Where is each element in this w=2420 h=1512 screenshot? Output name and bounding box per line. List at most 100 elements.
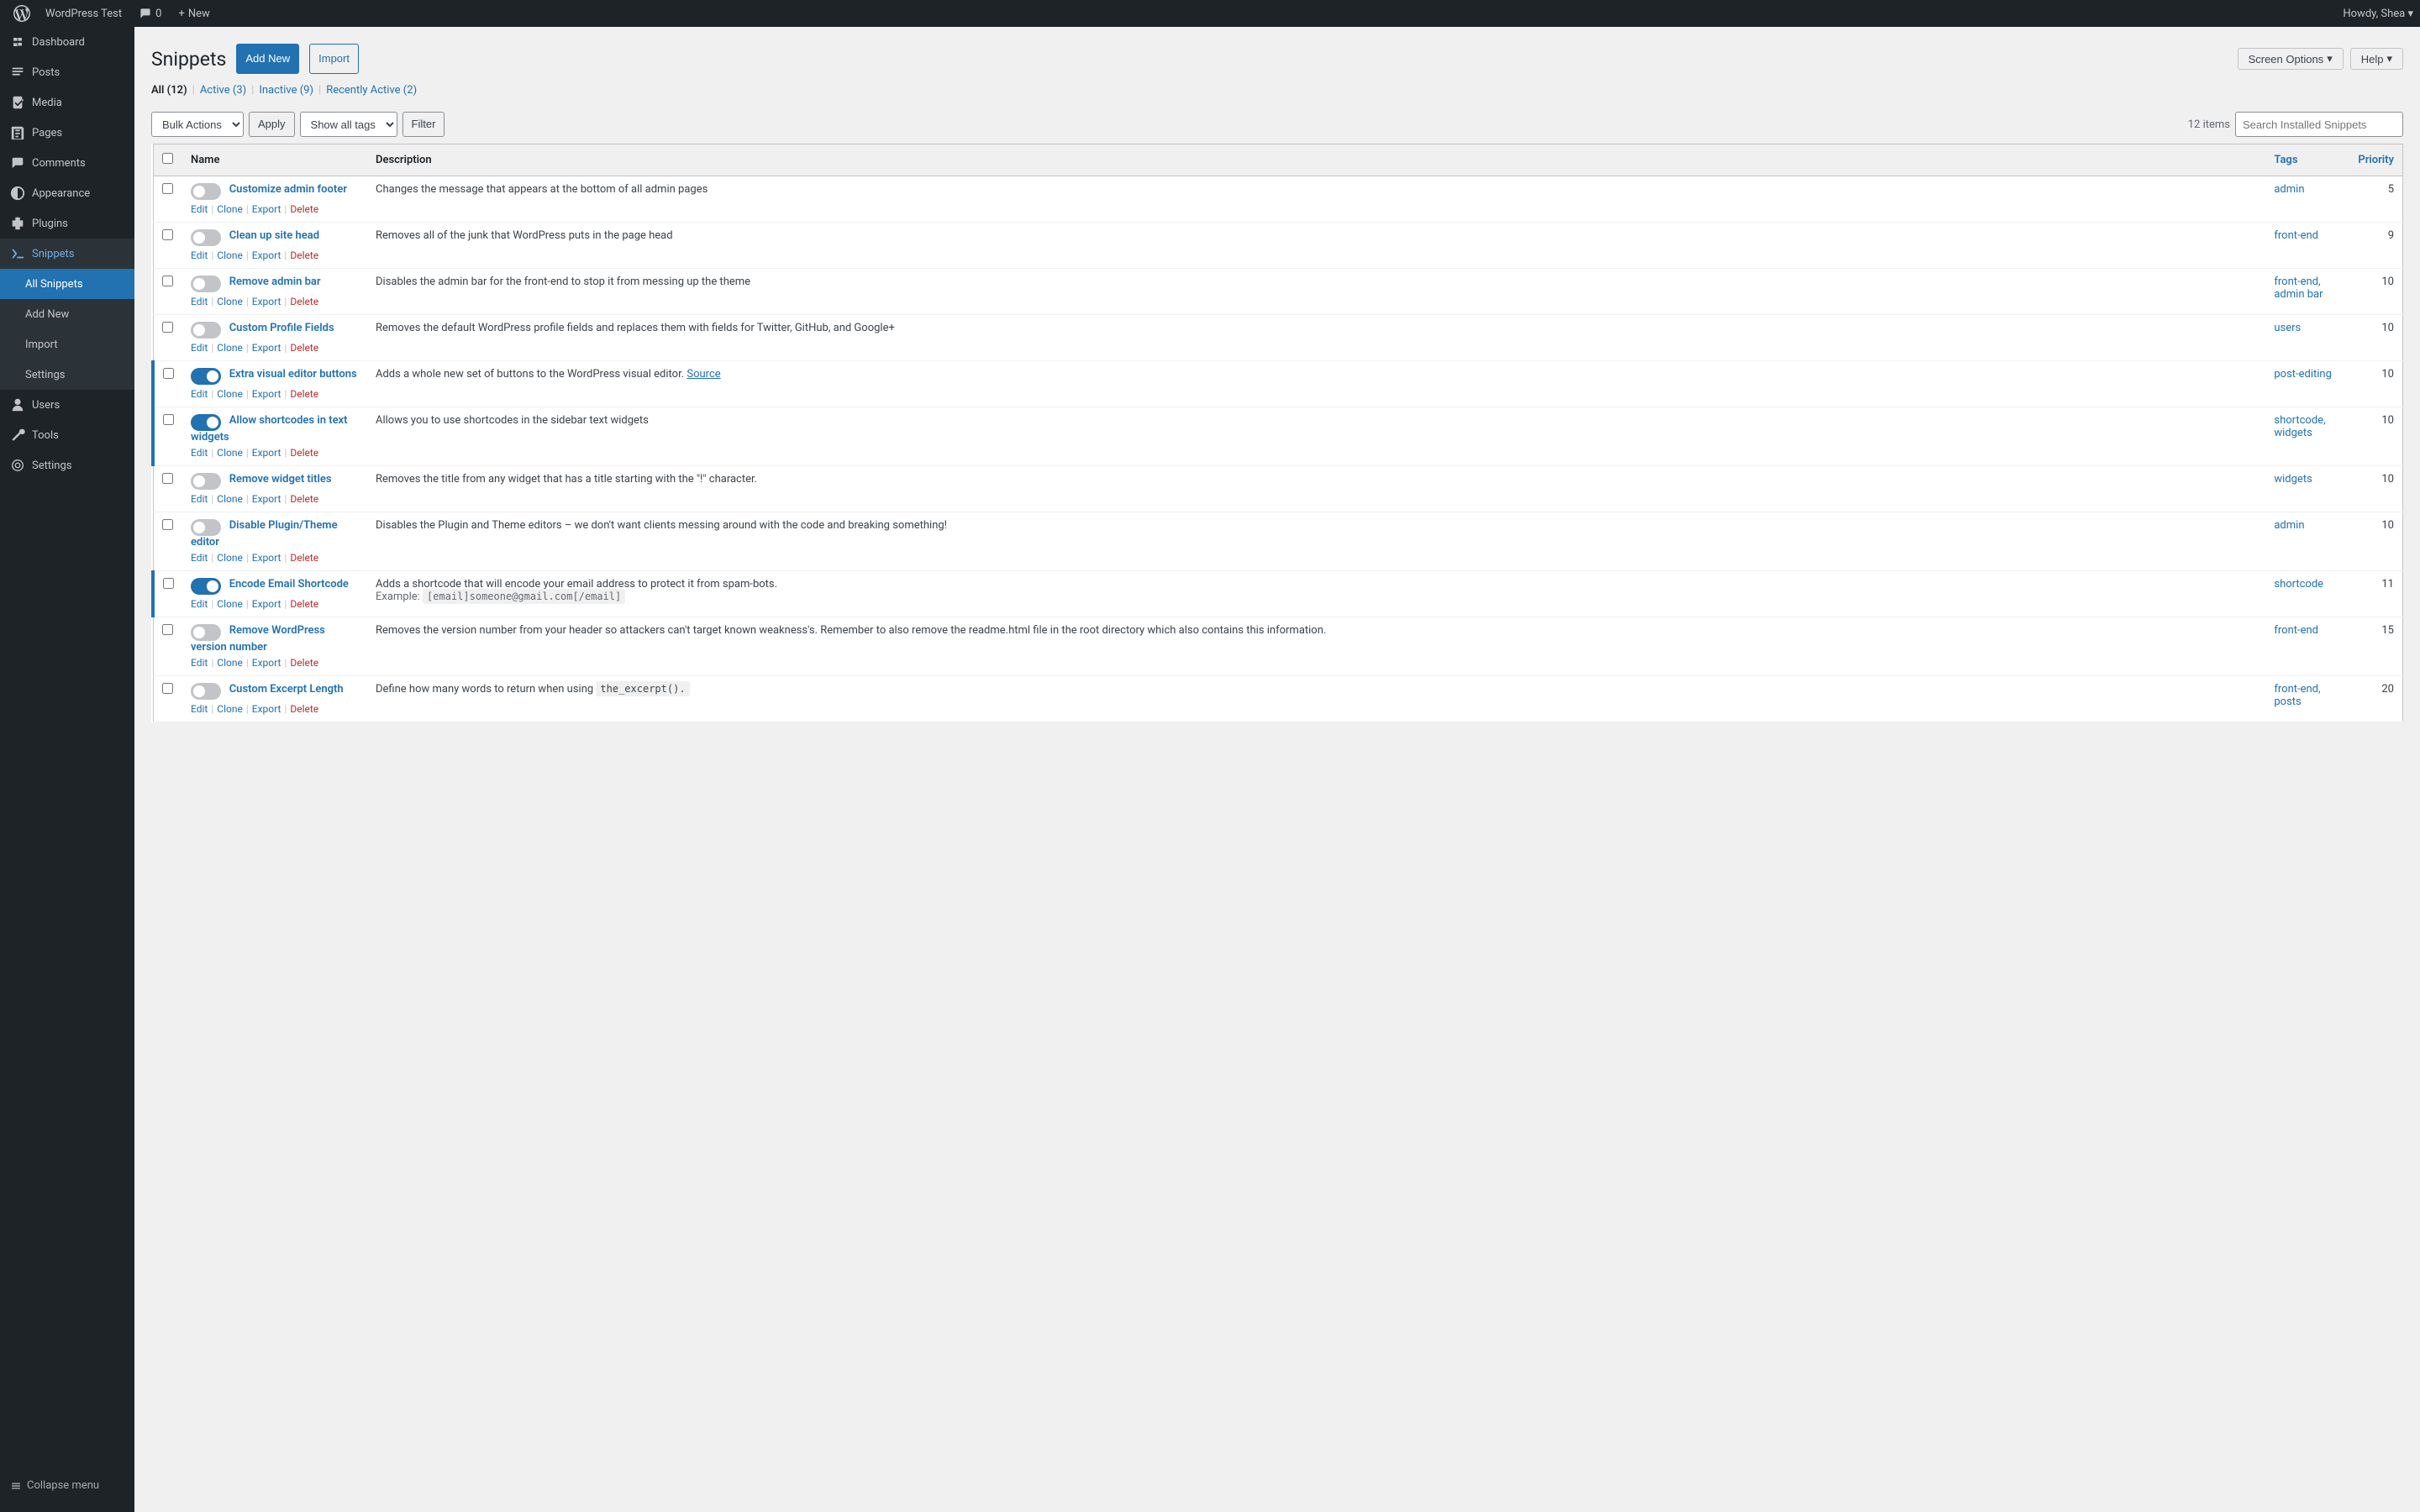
export-link[interactable]: Export [252,447,281,459]
tag-link[interactable]: admin [2274,519,2304,532]
tag-link[interactable]: widgets [2274,427,2312,439]
snippet-toggle[interactable] [191,276,221,292]
row-checkbox[interactable] [162,322,173,333]
snippet-toggle[interactable] [191,519,221,536]
tag-link[interactable]: widgets [2274,473,2312,486]
row-checkbox[interactable] [162,229,173,240]
tag-link[interactable]: post-editing [2274,368,2332,381]
sidebar-sub-add-new[interactable]: Add New [0,299,134,329]
tag-link[interactable]: admin bar [2274,288,2323,301]
sidebar-sub-import[interactable]: Import [0,329,134,360]
snippet-toggle[interactable] [191,229,221,246]
export-link[interactable]: Export [252,249,281,261]
delete-link[interactable]: Delete [290,703,318,715]
snippet-name-link[interactable]: Custom Excerpt Length [229,683,344,696]
sidebar-item-comments[interactable]: Comments [0,148,134,178]
clone-link[interactable]: Clone [217,296,243,307]
sidebar-item-media[interactable]: Media [0,87,134,118]
new-content-bar[interactable]: + New [170,0,218,27]
sidebar-item-plugins[interactable]: Plugins [0,208,134,239]
tag-link[interactable]: front-end [2274,229,2318,242]
tag-link[interactable]: shortcode [2274,578,2323,591]
sidebar-item-dashboard[interactable]: Dashboard [0,27,134,57]
sidebar-item-settings[interactable]: Settings [0,450,134,480]
search-input[interactable] [2235,112,2403,137]
delete-link[interactable]: Delete [290,598,318,610]
snippet-toggle[interactable] [191,578,221,595]
row-checkbox[interactable] [162,624,173,635]
sidebar-item-tools[interactable]: Tools [0,420,134,450]
snippet-name-link[interactable]: Encode Email Shortcode [229,578,349,591]
delete-link[interactable]: Delete [290,342,318,354]
filter-recently-active[interactable]: Recently Active (2) [326,84,417,97]
export-link[interactable]: Export [252,598,281,610]
edit-link[interactable]: Edit [191,342,208,354]
export-link[interactable]: Export [252,703,281,715]
export-link[interactable]: Export [252,552,281,564]
tag-link[interactable]: posts [2274,696,2301,708]
delete-link[interactable]: Delete [290,493,318,505]
site-name-bar[interactable]: WordPress Test [37,0,130,27]
clone-link[interactable]: Clone [217,342,243,354]
export-link[interactable]: Export [252,388,281,400]
edit-link[interactable]: Edit [191,296,208,307]
clone-link[interactable]: Clone [217,657,243,669]
show-tags-select[interactable]: Show all tags [300,112,397,137]
tag-link[interactable]: admin [2274,183,2304,196]
snippet-toggle[interactable] [191,473,221,490]
snippet-toggle[interactable] [191,414,221,431]
sidebar-sub-settings[interactable]: Settings [0,360,134,390]
delete-link[interactable]: Delete [290,203,318,215]
export-link[interactable]: Export [252,342,281,354]
snippet-toggle[interactable] [191,683,221,700]
tag-link[interactable]: front-end [2274,624,2318,637]
help-button[interactable]: Help ▾ [2350,48,2403,70]
row-checkbox[interactable] [162,276,173,286]
row-checkbox[interactable] [162,473,173,484]
filter-button[interactable]: Filter [402,112,445,137]
apply-button[interactable]: Apply [249,112,295,137]
sidebar-item-posts[interactable]: Posts [0,57,134,87]
delete-link[interactable]: Delete [290,657,318,669]
edit-link[interactable]: Edit [191,552,208,564]
sidebar-item-snippets[interactable]: Snippets [0,239,134,269]
snippet-name-link[interactable]: Extra visual editor buttons [229,368,357,381]
snippet-toggle[interactable] [191,183,221,200]
edit-link[interactable]: Edit [191,493,208,505]
row-checkbox[interactable] [163,368,174,379]
snippet-name-link[interactable]: Remove widget titles [229,473,332,486]
clone-link[interactable]: Clone [217,493,243,505]
delete-link[interactable]: Delete [290,388,318,400]
select-all-checkbox[interactable] [162,153,173,164]
tag-link[interactable]: users [2274,322,2301,334]
delete-link[interactable]: Delete [290,552,318,564]
edit-link[interactable]: Edit [191,598,208,610]
tag-link[interactable]: shortcode [2274,414,2323,427]
snippet-name-link[interactable]: Customize admin footer [229,183,347,196]
screen-options-button[interactable]: Screen Options ▾ [2238,48,2344,70]
snippet-toggle[interactable] [191,368,221,385]
sidebar-item-users[interactable]: Users [0,390,134,420]
edit-link[interactable]: Edit [191,657,208,669]
filter-inactive[interactable]: Inactive (9) [259,84,313,97]
delete-link[interactable]: Delete [290,447,318,459]
tag-link[interactable]: front-end [2274,683,2318,696]
edit-link[interactable]: Edit [191,203,208,215]
edit-link[interactable]: Edit [191,249,208,261]
add-new-button[interactable]: Add New [236,44,299,74]
export-link[interactable]: Export [252,203,281,215]
snippet-name-link[interactable]: Custom Profile Fields [229,322,334,334]
row-checkbox[interactable] [162,183,173,194]
row-checkbox[interactable] [162,519,173,530]
row-checkbox[interactable] [163,578,174,589]
clone-link[interactable]: Clone [217,552,243,564]
source-link[interactable]: Source [687,368,720,381]
snippet-toggle[interactable] [191,322,221,339]
export-link[interactable]: Export [252,493,281,505]
clone-link[interactable]: Clone [217,388,243,400]
delete-link[interactable]: Delete [290,296,318,307]
edit-link[interactable]: Edit [191,703,208,715]
clone-link[interactable]: Clone [217,703,243,715]
row-checkbox[interactable] [163,414,174,425]
bulk-actions-select[interactable]: Bulk Actions [151,112,244,137]
